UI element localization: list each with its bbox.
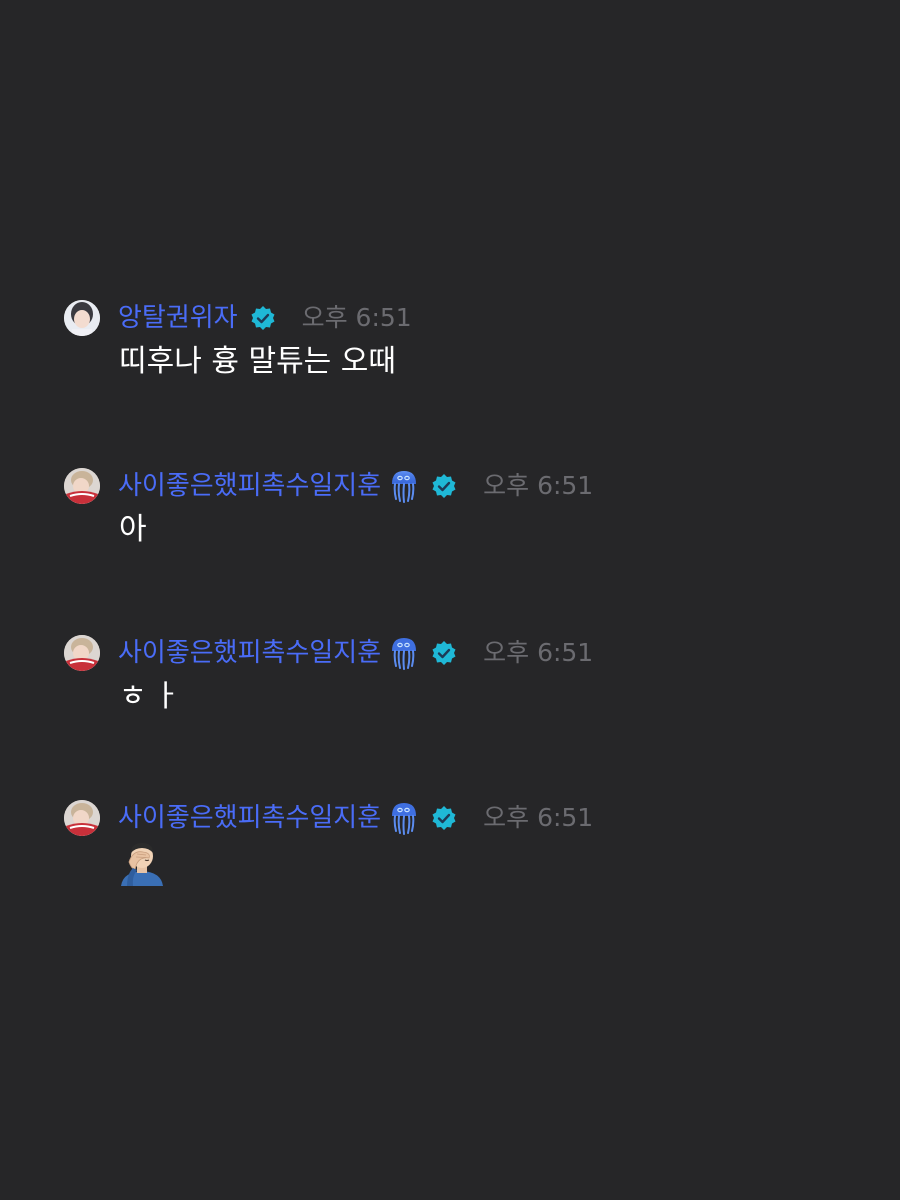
chat-message: 사이좋은했피촉수일지훈 오후 6:51 ㅎㅏ — [64, 633, 864, 719]
message-text: 아 — [119, 512, 147, 547]
message-text: 띠후나 흉 말튜는 오때 — [119, 344, 397, 379]
message-header: 사이좋은했피촉수일지훈 오후 6:51 — [64, 466, 864, 506]
message-header: 사이좋은했피촉수일지훈 오후 6:51 — [64, 798, 864, 838]
chat-log: 앙탈권위자 오후 6:51 띠후나 흉 말튜는 오때 사이좋은했피촉수일지훈 오… — [0, 0, 900, 1200]
jellyfish-emoji — [389, 801, 419, 835]
author-name[interactable]: 사이좋은했피촉수일지훈 — [118, 633, 381, 673]
jellyfish-emoji — [389, 636, 419, 670]
verified-badge-icon — [431, 805, 457, 831]
verified-badge-icon — [431, 473, 457, 499]
message-timestamp: 오후 6:51 — [483, 638, 594, 667]
message-timestamp: 오후 6:51 — [301, 303, 412, 332]
avatar[interactable] — [64, 300, 100, 336]
chat-message: 앙탈권위자 오후 6:51 띠후나 흉 말튜는 오때 — [64, 298, 864, 384]
author-name[interactable]: 사이좋은했피촉수일지훈 — [118, 798, 381, 838]
avatar[interactable] — [64, 635, 100, 671]
chat-message: 사이좋은했피촉수일지훈 오후 6:51 아 — [64, 466, 864, 552]
message-timestamp: 오후 6:51 — [483, 803, 594, 832]
message-text: ㅎㅏ — [119, 679, 187, 714]
avatar[interactable] — [64, 800, 100, 836]
avatar[interactable] — [64, 468, 100, 504]
jellyfish-emoji — [389, 469, 419, 503]
author-name[interactable]: 앙탈권위자 — [118, 298, 238, 338]
message-header: 앙탈권위자 오후 6:51 — [64, 298, 864, 338]
message-timestamp: 오후 6:51 — [483, 471, 594, 500]
message-header: 사이좋은했피촉수일지훈 오후 6:51 — [64, 633, 864, 673]
chat-message: 사이좋은했피촉수일지훈 오후 6:51 — [64, 798, 864, 886]
author-name[interactable]: 사이좋은했피촉수일지훈 — [118, 466, 381, 506]
verified-badge-icon — [250, 305, 276, 331]
verified-badge-icon — [431, 640, 457, 666]
facepalm-man-emoji — [119, 840, 165, 886]
